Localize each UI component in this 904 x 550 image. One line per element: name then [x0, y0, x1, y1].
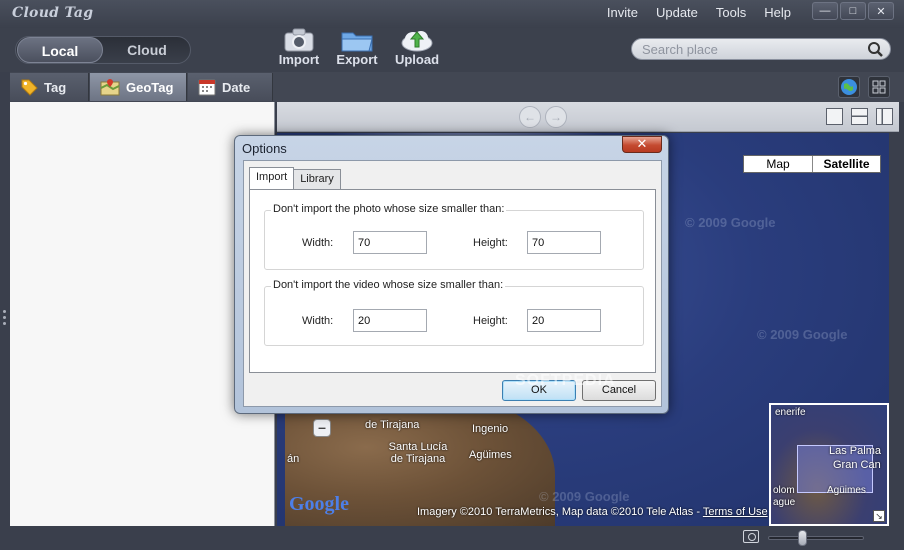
- map-type-satellite[interactable]: Satellite: [812, 156, 880, 172]
- app-logo: Cloud Tag: [12, 5, 94, 21]
- import-label: Import: [278, 52, 320, 67]
- layout-split-vertical-icon[interactable]: [876, 108, 893, 125]
- map-place-label: Santa Lucía de Tirajana: [388, 441, 448, 465]
- map-place-label: de Tirajana: [365, 419, 420, 431]
- maximize-button[interactable]: □: [840, 2, 866, 20]
- upload-button[interactable]: Upload: [389, 28, 445, 67]
- menu-help[interactable]: Help: [755, 5, 800, 20]
- layout-split-horizontal-icon[interactable]: [851, 108, 868, 125]
- dialog-tabs: Import Library: [249, 167, 341, 189]
- map-attribution: Imagery ©2010 TerraMetrics, Map data ©20…: [417, 506, 768, 518]
- overview-place-label: olom: [773, 485, 795, 496]
- video-height-input[interactable]: [527, 309, 601, 332]
- grid-view-button[interactable]: [868, 76, 890, 98]
- search-input[interactable]: [642, 39, 862, 59]
- photo-width-input[interactable]: [353, 231, 427, 254]
- map-type-map[interactable]: Map: [744, 156, 812, 172]
- menu-update[interactable]: Update: [647, 5, 707, 20]
- map-type-toggle: Map Satellite: [743, 155, 881, 173]
- tab-geotag-label: GeoTag: [126, 79, 174, 95]
- tab-date-label: Date: [222, 79, 251, 95]
- softpedia-watermark: SOFTPEDIA: [515, 372, 616, 389]
- geotag-icon: [100, 79, 120, 96]
- overview-place-label: Las Palma: [829, 445, 881, 457]
- photo-height-input[interactable]: [527, 231, 601, 254]
- map-place-label: án: [287, 453, 300, 465]
- overview-place-label: Agüimes: [827, 485, 866, 496]
- dialog-title: Options: [242, 141, 287, 156]
- dialog-close-button[interactable]: ✕: [622, 136, 662, 153]
- tab-tag-label: Tag: [44, 79, 67, 95]
- tab-library[interactable]: Library: [293, 169, 341, 189]
- grid-icon: [872, 80, 886, 94]
- map-overview[interactable]: enerife Las Palma Gran Can olom ague Agü…: [769, 403, 889, 526]
- tab-geotag[interactable]: GeoTag: [90, 73, 187, 101]
- forward-arrow-icon[interactable]: →: [545, 106, 567, 128]
- title-bar: Cloud Tag Invite Update Tools Help — □ ✕: [0, 0, 904, 28]
- tag-icon: [21, 79, 38, 96]
- close-button[interactable]: ✕: [868, 2, 894, 20]
- overview-place-label: enerife: [775, 407, 806, 418]
- video-size-group: Don't import the video whose size smalle…: [264, 279, 644, 346]
- back-arrow-icon[interactable]: ←: [519, 106, 541, 128]
- zoom-slider-track[interactable]: [768, 536, 864, 540]
- cloud-upload-icon: [401, 31, 433, 52]
- status-bar: [0, 526, 904, 550]
- map-zoom-out-button[interactable]: –: [313, 419, 331, 437]
- pane-resize-grip[interactable]: [3, 310, 7, 328]
- dialog-body: Import Library Don't import the photo wh…: [243, 160, 662, 407]
- overview-place-label: ague: [773, 497, 796, 508]
- map-watermark-3: © 2009 Google: [539, 489, 630, 504]
- video-width-input[interactable]: [353, 309, 427, 332]
- globe-view-button[interactable]: [838, 76, 860, 98]
- folder-icon: [341, 32, 373, 52]
- map-toolbar: ← →: [277, 102, 899, 132]
- map-place-label: Ingenio: [472, 423, 509, 435]
- overview-place-label: Gran Can: [833, 459, 881, 471]
- top-menu: Invite Update Tools Help: [598, 5, 800, 20]
- local-toggle[interactable]: Local: [17, 37, 103, 63]
- export-label: Export: [336, 52, 378, 67]
- map-watermark: © 2009 Google: [685, 215, 776, 230]
- view-tabs: Tag GeoTag Date: [10, 72, 904, 102]
- map-watermark-2: © 2009 Google: [757, 327, 848, 342]
- photo-group-label: Don't import the photo whose size smalle…: [271, 203, 507, 215]
- calendar-icon: [198, 79, 216, 96]
- import-button[interactable]: Import: [271, 28, 327, 67]
- cloud-toggle[interactable]: Cloud: [104, 37, 190, 63]
- photo-size-group: Don't import the photo whose size smalle…: [264, 203, 644, 270]
- layout-switcher: [826, 108, 893, 125]
- toolbar: Local Cloud Import Export Upload: [0, 28, 904, 72]
- camera-icon: [284, 28, 314, 52]
- layout-single-icon[interactable]: [826, 108, 843, 125]
- photo-height-label: Height:: [473, 237, 508, 249]
- video-height-label: Height:: [473, 315, 508, 327]
- export-button[interactable]: Export: [329, 28, 385, 67]
- map-place-label: Agüimes: [469, 449, 512, 461]
- overview-resize-icon[interactable]: ↘: [873, 510, 885, 522]
- video-group-label: Don't import the video whose size smalle…: [271, 279, 506, 291]
- zoom-slider-thumb[interactable]: [798, 530, 807, 546]
- window-controls: — □ ✕: [812, 2, 894, 20]
- tab-import[interactable]: Import: [249, 167, 295, 189]
- snapshot-icon[interactable]: [743, 530, 759, 543]
- upload-label: Upload: [394, 52, 440, 67]
- globe-icon: [841, 79, 857, 95]
- view-switcher: [838, 76, 890, 98]
- options-dialog: Options ✕ Import Library Don't import th…: [234, 135, 669, 414]
- tab-tag[interactable]: Tag: [10, 73, 89, 101]
- google-logo: Google: [289, 493, 349, 515]
- video-width-label: Width:: [302, 315, 334, 327]
- terms-of-use-link[interactable]: Terms of Use: [703, 506, 768, 518]
- map-nav: ← →: [519, 106, 567, 128]
- minimize-button[interactable]: —: [812, 2, 838, 20]
- search-icon[interactable]: [867, 41, 884, 58]
- search-box: [631, 38, 891, 60]
- import-panel: Don't import the photo whose size smalle…: [249, 189, 656, 373]
- photo-width-label: Width:: [302, 237, 334, 249]
- menu-invite[interactable]: Invite: [598, 5, 647, 20]
- source-toggle: Local Cloud: [15, 36, 191, 64]
- tab-date[interactable]: Date: [188, 73, 273, 101]
- menu-tools[interactable]: Tools: [707, 5, 755, 20]
